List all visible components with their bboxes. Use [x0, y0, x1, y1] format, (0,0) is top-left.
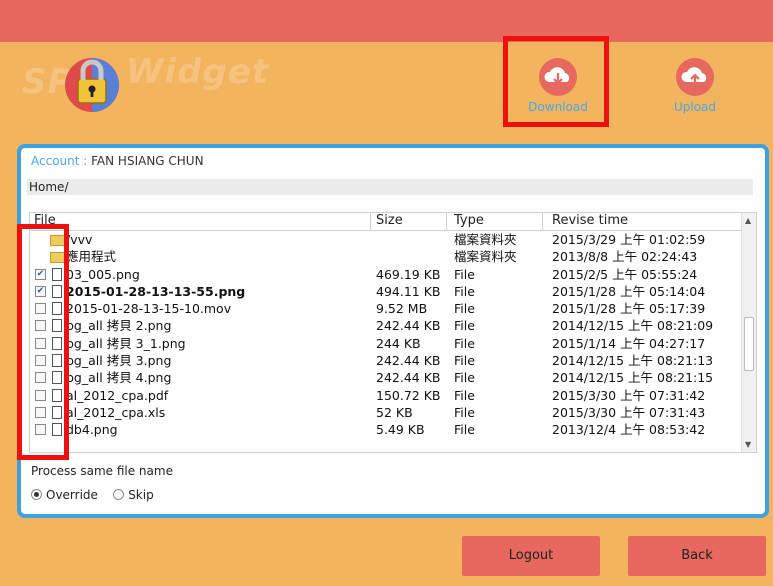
table-row[interactable]: al_2012_cpa.xls 52 KB File 2015/3/30 上午 07:… — [30, 404, 756, 421]
file-revise-time: 2015/3/30 上午 07:31:43 — [552, 404, 706, 420]
file-table: File Size Type Revise time /vvv 檔案資料夾 2015… — [29, 212, 757, 453]
file-type: File — [454, 266, 475, 282]
file-name: bg_all 拷貝 2.png — [66, 318, 172, 334]
file-revise-time: 2015/3/29 上午 01:02:59 — [552, 232, 706, 247]
table-body: /vvv 檔案資料夾 2015/3/29 上午 01:02:59 應用程式 檔案資料夾 2… — [30, 231, 756, 439]
account-name: FAN HSIANG CHUN — [91, 154, 204, 168]
account-line: Account : FAN HSIANG CHUN — [31, 154, 204, 168]
table-row[interactable]: 2015-01-28-13-15-10.mov 9.52 MB File 2015/1… — [30, 300, 756, 317]
lock-logo-icon — [65, 58, 119, 112]
highlight-download — [503, 36, 609, 127]
table-row[interactable]: al_2012_cpa.pdf 150.72 KB File 2015/3/30 上午… — [30, 387, 756, 404]
file-name: bg_all 拷貝 3.png — [66, 353, 172, 369]
upload-button[interactable]: Upload — [660, 58, 730, 114]
table-row[interactable]: /vvv 檔案資料夾 2015/3/29 上午 01:02:59 — [30, 231, 756, 248]
table-row[interactable]: bg_all 拷貝 3_1.png 244 KB File 2015/1/14 上午 … — [30, 335, 756, 352]
file-type: File — [454, 335, 475, 351]
file-size: 242.44 KB — [376, 318, 441, 334]
col-size[interactable]: Size — [376, 213, 403, 228]
file-name: 應用程式 — [66, 249, 117, 265]
file-size: 9.52 MB — [376, 301, 428, 317]
file-type: File — [454, 422, 475, 438]
file-type: File — [454, 404, 475, 420]
table-row[interactable]: bg_all 拷貝 4.png 242.44 KB File 2014/12/15 上… — [30, 369, 756, 386]
file-type: File — [454, 283, 475, 299]
table-row[interactable]: ✔ 03_005.png 469.19 KB File 2015/2/5 上午 05:5… — [30, 266, 756, 283]
scroll-thumb[interactable] — [744, 317, 754, 371]
logout-button[interactable]: Logout — [462, 536, 600, 576]
file-revise-time: 2014/12/15 上午 08:21:15 — [552, 370, 714, 386]
table-row[interactable]: db4.png 5.49 KB File 2013/12/4 上午 08:53:42 — [30, 421, 756, 438]
skip-radio[interactable] — [113, 489, 125, 500]
back-button[interactable]: Back — [628, 536, 766, 576]
file-name: 2015-01-28-13-15-10.mov — [66, 301, 232, 317]
file-size: 469.19 KB — [376, 266, 441, 282]
file-size: 242.44 KB — [376, 370, 441, 386]
highlight-checkboxes — [17, 224, 69, 460]
table-row[interactable]: 應用程式 檔案資料夾 2013/8/8 上午 02:24:43 — [30, 248, 756, 265]
file-type: 檔案資料夾 — [454, 232, 517, 247]
file-size: 52 KB — [376, 404, 413, 420]
file-revise-time: 2014/12/15 上午 08:21:13 — [552, 353, 714, 369]
file-panel: Account : FAN HSIANG CHUN Home/ File Siz… — [17, 144, 769, 518]
file-revise-time: 2015/2/5 上午 05:55:24 — [552, 266, 698, 282]
file-size: 242.44 KB — [376, 353, 441, 369]
scroll-down-icon[interactable]: ▼ — [745, 440, 751, 449]
file-name: 2015-01-28-13-13-55.png — [66, 283, 246, 299]
table-header: File Size Type Revise time — [30, 213, 756, 231]
file-revise-time: 2015/1/14 上午 04:27:17 — [552, 335, 706, 351]
file-type: File — [454, 301, 475, 317]
override-radio[interactable] — [31, 489, 42, 500]
file-size: 5.49 KB — [376, 422, 425, 438]
scroll-up-icon[interactable]: ▲ — [745, 216, 751, 225]
override-option[interactable]: Override — [31, 488, 98, 502]
vertical-scrollbar[interactable]: ▲ ▼ — [741, 213, 756, 452]
col-type[interactable]: Type — [454, 213, 484, 228]
file-size: 150.72 KB — [376, 387, 441, 403]
table-row[interactable]: ✔ 2015-01-28-13-13-55.png 494.11 KB File 201… — [30, 283, 756, 300]
top-bar — [0, 0, 773, 42]
col-revise-time[interactable]: Revise time — [552, 213, 628, 228]
file-name: /vvv — [66, 232, 93, 247]
file-name: bg_all 拷貝 3_1.png — [66, 335, 186, 351]
file-revise-time: 2015/1/28 上午 05:14:04 — [552, 283, 706, 299]
file-type: File — [454, 318, 475, 334]
process-options: Override Skip — [31, 488, 154, 502]
file-revise-time: 2013/8/8 上午 02:24:43 — [552, 249, 698, 265]
breadcrumb[interactable]: Home/ — [27, 179, 753, 195]
file-size: 494.11 KB — [376, 283, 441, 299]
file-name: al_2012_cpa.xls — [66, 404, 166, 420]
file-revise-time: 2015/1/28 上午 05:17:39 — [552, 301, 706, 317]
cloud-upload-icon — [676, 58, 714, 96]
table-row[interactable]: bg_all 拷貝 3.png 242.44 KB File 2014/12/15 上… — [30, 352, 756, 369]
skip-option[interactable]: Skip — [113, 488, 154, 502]
file-name: bg_all 拷貝 4.png — [66, 370, 172, 386]
file-size: 244 KB — [376, 335, 421, 351]
file-type: File — [454, 353, 475, 369]
table-row[interactable]: bg_all 拷貝 2.png 242.44 KB File 2014/12/15 上… — [30, 317, 756, 334]
account-label: Account : — [31, 154, 92, 168]
file-type: File — [454, 370, 475, 386]
file-revise-time: 2015/3/30 上午 07:31:42 — [552, 387, 706, 403]
file-revise-time: 2014/12/15 上午 08:21:09 — [552, 318, 714, 334]
upload-label: Upload — [673, 100, 717, 114]
file-type: 檔案資料夾 — [454, 249, 517, 265]
file-name: 03_005.png — [66, 266, 140, 282]
file-revise-time: 2013/12/4 上午 08:53:42 — [552, 422, 706, 438]
file-type: File — [454, 387, 475, 403]
file-name: al_2012_cpa.pdf — [66, 387, 169, 403]
logo-widget: Widget — [126, 52, 270, 92]
file-name: db4.png — [66, 422, 118, 438]
process-label: Process same file name — [31, 464, 173, 478]
